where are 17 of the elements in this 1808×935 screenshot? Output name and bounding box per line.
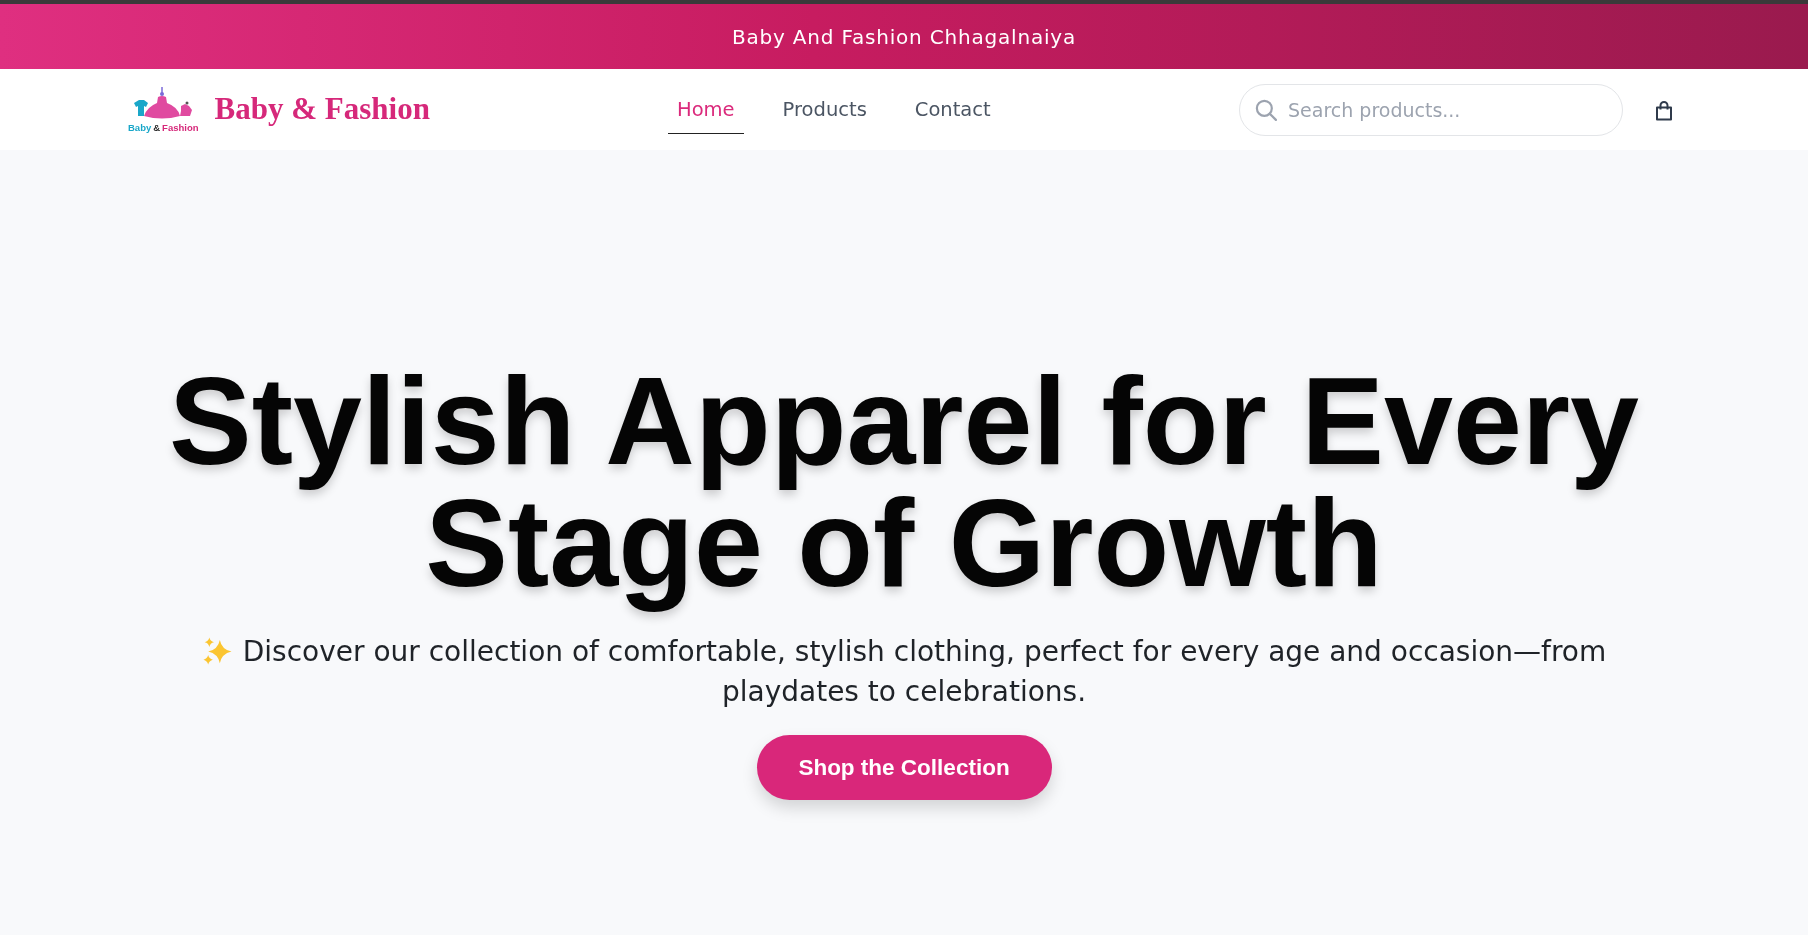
search-icon — [1255, 98, 1277, 121]
nav-link[interactable]: Home — [668, 85, 744, 134]
hero-description: Discover our collection of comfortable, stylish clothing, perfect for every age and occasion—from playdates to celebrations. — [242, 635, 1607, 709]
sparkles-icon — [201, 637, 233, 666]
search-field[interactable]: Search products... — [1239, 83, 1623, 136]
logo-text: & — [153, 123, 161, 133]
banner-text: Baby And Fashion Chhagalnaiya — [732, 23, 1076, 51]
shop-collection-button[interactable]: Shop the Collection — [756, 735, 1052, 801]
hero-heading: Stylish Apparel for Every Stage of Growth — [167, 361, 1641, 614]
nav-link[interactable]: Contact — [905, 85, 1000, 134]
logo-text: Baby — [128, 123, 152, 133]
dress-logo-icon — [132, 86, 195, 120]
shopping-bag-icon — [1654, 98, 1674, 121]
nav-link[interactable]: Products — [773, 85, 876, 134]
brand-name[interactable]: Baby & Fashion — [214, 86, 430, 133]
logo-text: Fashion — [162, 123, 199, 133]
shopping-bag-button[interactable] — [1654, 98, 1674, 121]
